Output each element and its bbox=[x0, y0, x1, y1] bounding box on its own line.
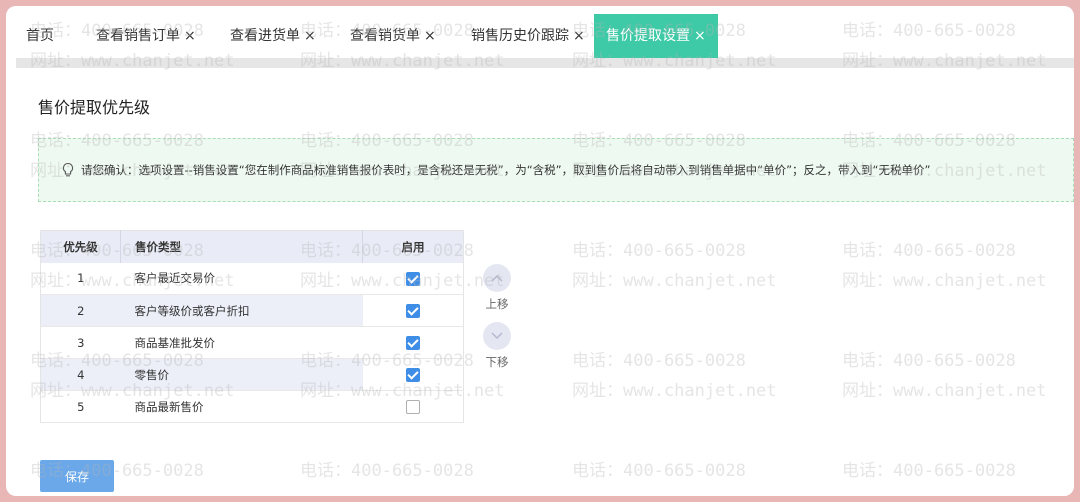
tab-label: 查看销货单 bbox=[350, 28, 420, 44]
move-up-label: 上移 bbox=[485, 297, 509, 311]
row-price-type: 零售价 bbox=[120, 358, 363, 391]
lightbulb-icon bbox=[62, 162, 74, 177]
table-header-row: 优先级 售价类型 启用 bbox=[40, 230, 464, 263]
enabled-checkbox[interactable] bbox=[405, 303, 420, 318]
close-icon[interactable]: × bbox=[304, 28, 316, 44]
close-icon[interactable]: × bbox=[184, 28, 196, 44]
header-enabled: 启用 bbox=[362, 230, 464, 263]
notice-banner: 请您确认：选项设置--销售设置“您在制作商品标准销售报价表时，是含税还是无税”，… bbox=[38, 138, 1074, 202]
enabled-checkbox[interactable] bbox=[405, 367, 420, 382]
tab-home[interactable]: 首页 bbox=[26, 14, 54, 58]
move-down-circle[interactable] bbox=[483, 322, 511, 350]
row-price-type: 商品基准批发价 bbox=[120, 326, 363, 359]
notice-text: 请您确认：选项设置--销售设置“您在制作商品标准销售报价表时，是含税还是无税”，… bbox=[81, 163, 931, 177]
row-priority: 2 bbox=[40, 294, 121, 327]
page-title: 售价提取优先级 bbox=[38, 98, 151, 117]
header-price-type: 售价类型 bbox=[120, 230, 363, 263]
close-icon[interactable]: × bbox=[573, 28, 585, 44]
enabled-checkbox[interactable] bbox=[405, 399, 420, 414]
enabled-checkbox[interactable] bbox=[405, 271, 420, 286]
tab-price-extraction-settings[interactable]: 售价提取设置 × bbox=[594, 14, 718, 58]
move-up-circle[interactable] bbox=[483, 264, 511, 292]
tab-label: 查看销售订单 bbox=[96, 28, 180, 44]
tab-label: 查看进货单 bbox=[230, 28, 300, 44]
enabled-checkbox[interactable] bbox=[405, 335, 420, 350]
chevron-down-icon bbox=[491, 332, 503, 340]
row-priority: 4 bbox=[40, 358, 121, 391]
move-down-button[interactable]: 下移 bbox=[482, 322, 512, 370]
app-window: 首页 查看销售订单 × 查看进货单 × 查看销货单 × 销售历史价跟踪 × 售价提取设置… bbox=[6, 6, 1074, 496]
header-priority: 优先级 bbox=[40, 230, 121, 263]
tab-underbar bbox=[16, 58, 1074, 68]
table-row[interactable]: 3 商品基准批发价 bbox=[40, 326, 464, 359]
row-price-type: 客户等级价或客户折扣 bbox=[120, 294, 363, 327]
table-row[interactable]: 4 零售价 bbox=[40, 358, 464, 391]
row-priority: 5 bbox=[40, 390, 121, 423]
tab-label: 销售历史价跟踪 bbox=[471, 28, 569, 44]
table-row[interactable]: 2 客户等级价或客户折扣 bbox=[40, 294, 464, 327]
table-row[interactable]: 5 商品最新售价 bbox=[40, 390, 464, 423]
row-price-type: 客户最近交易价 bbox=[120, 262, 363, 295]
save-button[interactable]: 保存 bbox=[40, 460, 114, 492]
row-priority: 3 bbox=[40, 326, 121, 359]
close-icon[interactable]: × bbox=[424, 28, 436, 44]
price-priority-table: 优先级 售价类型 启用 1 客户最近交易价 2 客户等级价或客户折扣 3 商品基… bbox=[40, 230, 464, 423]
close-icon[interactable]: × bbox=[694, 28, 706, 44]
move-down-label: 下移 bbox=[485, 355, 509, 369]
table-row[interactable]: 1 客户最近交易价 bbox=[40, 262, 464, 295]
tab-bar: 首页 查看销售订单 × 查看进货单 × 查看销货单 × 销售历史价跟踪 × 售价提取设置… bbox=[6, 6, 1074, 58]
chevron-up-icon bbox=[491, 274, 503, 282]
tab-label: 售价提取设置 bbox=[606, 28, 690, 44]
tab-sales-price-history[interactable]: 销售历史价跟踪 × bbox=[471, 14, 585, 58]
tab-label: 首页 bbox=[26, 28, 54, 44]
tab-view-sales-delivery[interactable]: 查看销货单 × bbox=[350, 14, 436, 58]
tab-view-sales-order[interactable]: 查看销售订单 × bbox=[96, 14, 196, 58]
row-price-type: 商品最新售价 bbox=[120, 390, 363, 423]
row-priority: 1 bbox=[40, 262, 121, 295]
settings-panel: 售价提取优先级 请您确认：选项设置--销售设置“您在制作商品标准销售报价表时，是… bbox=[20, 68, 1074, 496]
tab-view-purchase[interactable]: 查看进货单 × bbox=[230, 14, 316, 58]
move-up-button[interactable]: 上移 bbox=[482, 264, 512, 312]
